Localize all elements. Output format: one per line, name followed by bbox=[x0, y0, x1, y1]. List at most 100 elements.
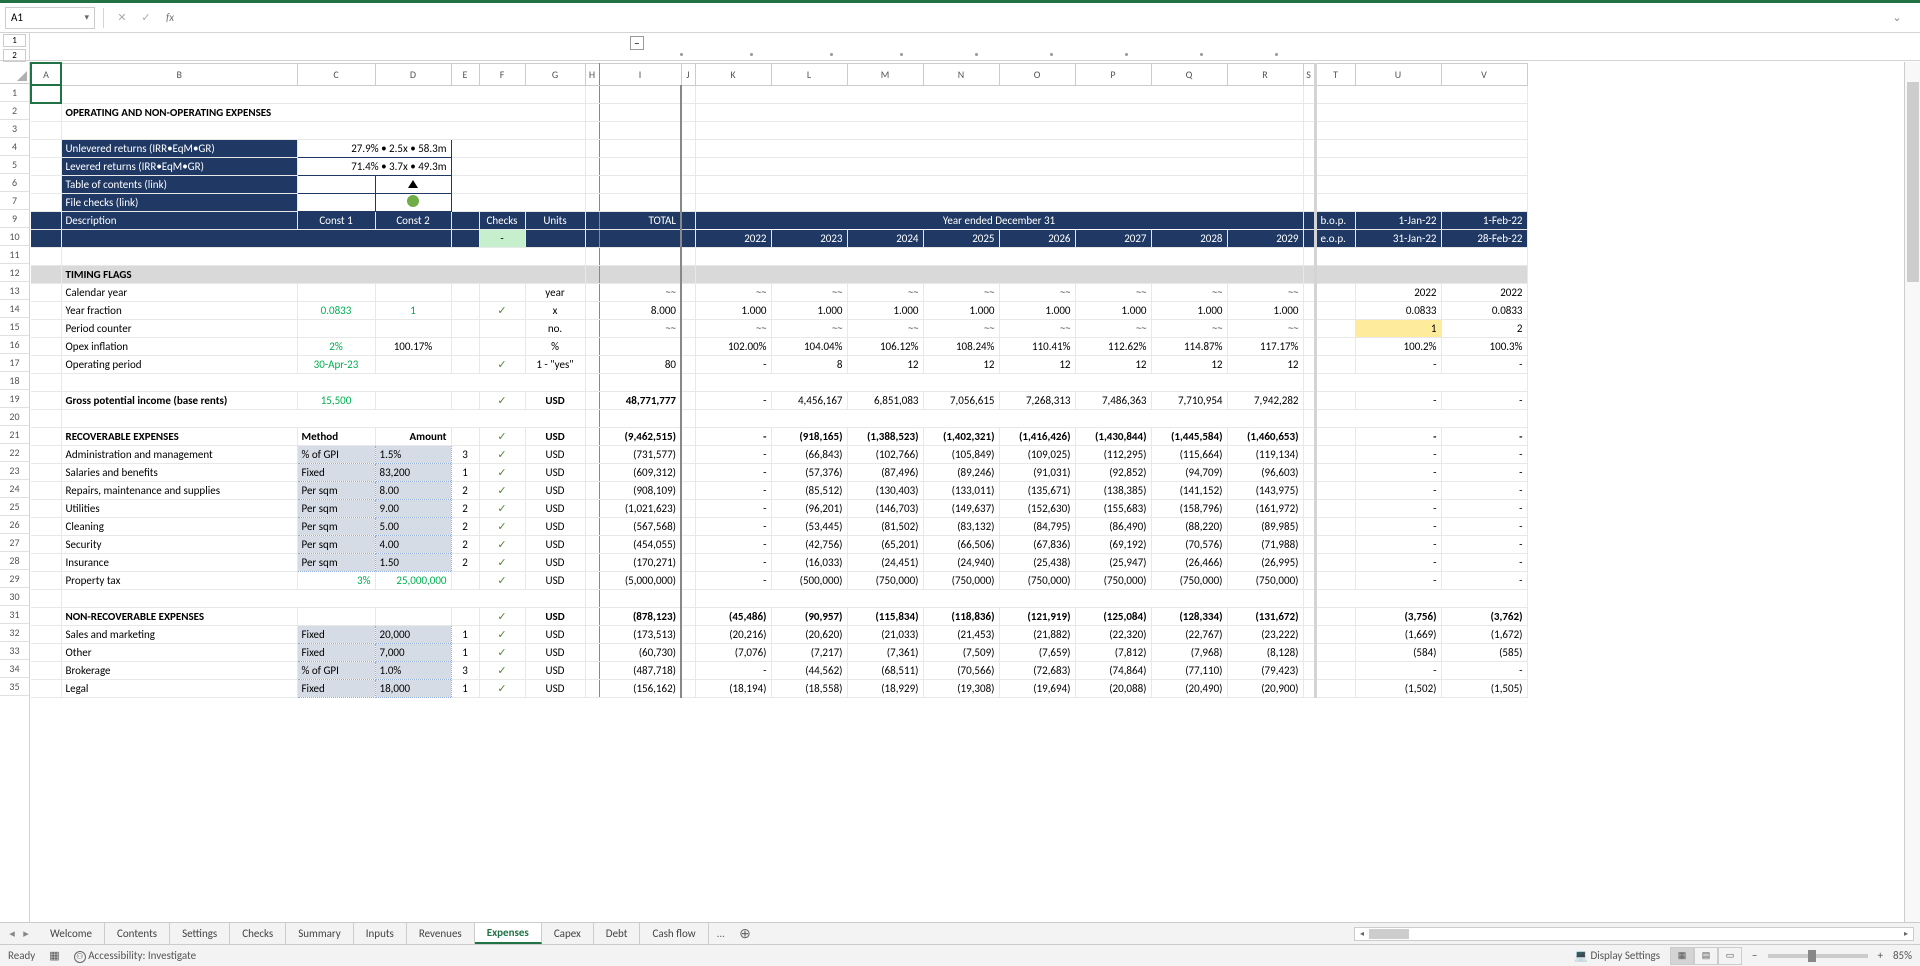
macro-record-icon[interactable]: ▦ bbox=[49, 949, 59, 962]
tab-summary[interactable]: Summary bbox=[286, 923, 354, 944]
cancel-formula-icon[interactable]: ✕ bbox=[112, 8, 132, 28]
row-header-20[interactable]: 20 bbox=[0, 408, 29, 426]
zoom-in-button[interactable]: + bbox=[1878, 949, 1883, 962]
row-header-4[interactable]: 4 bbox=[0, 138, 29, 156]
row-header-15[interactable]: 15 bbox=[0, 318, 29, 336]
row-header-35[interactable]: 35 bbox=[0, 678, 29, 696]
col-header-S[interactable]: S bbox=[1303, 63, 1315, 85]
row-header-10[interactable]: 10 bbox=[0, 228, 29, 246]
tab-nav-first-icon[interactable]: ◂ bbox=[6, 927, 18, 940]
vertical-scroll-thumb[interactable] bbox=[1907, 82, 1919, 282]
row-header-23[interactable]: 23 bbox=[0, 462, 29, 480]
amount-leg[interactable]: 18,000 bbox=[375, 679, 451, 697]
method-sal[interactable]: Fixed bbox=[297, 463, 375, 481]
tab-welcome[interactable]: Welcome bbox=[38, 923, 105, 944]
tab-cash-flow[interactable]: Cash flow bbox=[640, 923, 708, 944]
zoom-level[interactable]: 85% bbox=[1893, 949, 1912, 962]
row-header-25[interactable]: 25 bbox=[0, 498, 29, 516]
cell-A1[interactable] bbox=[31, 85, 61, 103]
method-sec2[interactable]: Per sqm bbox=[297, 535, 375, 553]
method-oth[interactable]: Fixed bbox=[297, 643, 375, 661]
row-header-22[interactable]: 22 bbox=[0, 444, 29, 462]
col-header-A[interactable]: A bbox=[31, 63, 61, 85]
fx-icon[interactable]: fx bbox=[160, 8, 180, 28]
tab-checks[interactable]: Checks bbox=[230, 923, 286, 944]
horizontal-scrollbar[interactable]: ◂ ▸ bbox=[1354, 927, 1914, 941]
formula-input[interactable] bbox=[184, 7, 1883, 29]
amount-clean[interactable]: 5.00 bbox=[375, 517, 451, 535]
accessibility-status[interactable]: ⚇ Accessibility: Investigate bbox=[74, 949, 196, 963]
name-box-dropdown-icon[interactable]: ▾ bbox=[84, 12, 89, 23]
expand-formula-bar-icon[interactable]: ⌄ bbox=[1887, 11, 1907, 24]
name-box[interactable]: A1 ▾ bbox=[5, 7, 95, 29]
col-header-P[interactable]: P bbox=[1075, 63, 1151, 85]
col-header-D[interactable]: D bbox=[375, 63, 451, 85]
row-header-30[interactable]: 30 bbox=[0, 588, 29, 606]
row-header-12[interactable]: 12 bbox=[0, 264, 29, 282]
amount-brk[interactable]: 1.0% bbox=[375, 661, 451, 679]
row-header-18[interactable]: 18 bbox=[0, 372, 29, 390]
toc-link[interactable]: Table of contents (link) bbox=[61, 175, 297, 193]
amount-sal[interactable]: 83,200 bbox=[375, 463, 451, 481]
spreadsheet-grid[interactable]: ABCDEFGHIJKLMNOPQRSTUV OPERATING AND NON… bbox=[30, 62, 1920, 922]
method-admin[interactable]: % of GPI bbox=[297, 445, 375, 463]
tab-debt[interactable]: Debt bbox=[594, 923, 641, 944]
tab-capex[interactable]: Capex bbox=[542, 923, 594, 944]
row-header-7[interactable]: 7 bbox=[0, 192, 29, 210]
row-header-1[interactable]: 1 bbox=[0, 84, 29, 102]
row-header-26[interactable]: 26 bbox=[0, 516, 29, 534]
amount-rep[interactable]: 8.00 bbox=[375, 481, 451, 499]
method-leg[interactable]: Fixed bbox=[297, 679, 375, 697]
zoom-slider[interactable] bbox=[1768, 954, 1868, 958]
row-header-14[interactable]: 14 bbox=[0, 300, 29, 318]
row-header-16[interactable]: 16 bbox=[0, 336, 29, 354]
row-header-27[interactable]: 27 bbox=[0, 534, 29, 552]
tabs-more[interactable]: ... bbox=[709, 927, 733, 940]
view-page-layout-button[interactable]: ▤ bbox=[1694, 947, 1718, 965]
col-header-K[interactable]: K bbox=[695, 63, 771, 85]
method-brk[interactable]: % of GPI bbox=[297, 661, 375, 679]
amount-sm[interactable]: 20,000 bbox=[375, 625, 451, 643]
row-header-31[interactable]: 31 bbox=[0, 606, 29, 624]
col-header-T[interactable]: T bbox=[1315, 63, 1355, 85]
view-normal-button[interactable]: ▦ bbox=[1670, 947, 1694, 965]
tab-settings[interactable]: Settings bbox=[170, 923, 230, 944]
tab-inputs[interactable]: Inputs bbox=[354, 923, 407, 944]
row-header-2[interactable]: 2 bbox=[0, 102, 29, 120]
col-header-N[interactable]: N bbox=[923, 63, 999, 85]
col-outline-level-1[interactable]: 1 bbox=[3, 34, 26, 47]
row-header-34[interactable]: 34 bbox=[0, 660, 29, 678]
horizontal-scroll-thumb[interactable] bbox=[1369, 929, 1409, 939]
row-header-17[interactable]: 17 bbox=[0, 354, 29, 372]
tab-nav-prev-icon[interactable]: ▸ bbox=[20, 927, 32, 940]
row-header-32[interactable]: 32 bbox=[0, 624, 29, 642]
scroll-right-icon[interactable]: ▸ bbox=[1899, 928, 1913, 940]
col-outline-level-2[interactable]: 2 bbox=[3, 49, 26, 62]
amount-oth[interactable]: 7,000 bbox=[375, 643, 451, 661]
method-rep[interactable]: Per sqm bbox=[297, 481, 375, 499]
row-header-28[interactable]: 28 bbox=[0, 552, 29, 570]
view-page-break-button[interactable]: ▭ bbox=[1718, 947, 1742, 965]
row-header-3[interactable]: 3 bbox=[0, 120, 29, 138]
col-header-G[interactable]: G bbox=[525, 63, 585, 85]
col-header-L[interactable]: L bbox=[771, 63, 847, 85]
col-header-C[interactable]: C bbox=[297, 63, 375, 85]
amount-sec2[interactable]: 4.00 bbox=[375, 535, 451, 553]
col-header-E[interactable]: E bbox=[451, 63, 479, 85]
select-all-corner[interactable] bbox=[0, 62, 30, 84]
col-header-O[interactable]: O bbox=[999, 63, 1075, 85]
tab-contents[interactable]: Contents bbox=[105, 923, 170, 944]
col-header-I[interactable]: I bbox=[599, 63, 681, 85]
outline-collapse-button[interactable]: − bbox=[630, 36, 644, 50]
tab-expenses[interactable]: Expenses bbox=[475, 923, 542, 944]
col-header-F[interactable]: F bbox=[479, 63, 525, 85]
row-header-21[interactable]: 21 bbox=[0, 426, 29, 444]
display-settings-button[interactable]: 💻 Display Settings bbox=[1574, 949, 1660, 962]
row-header-19[interactable]: 19 bbox=[0, 390, 29, 408]
accept-formula-icon[interactable]: ✓ bbox=[136, 8, 156, 28]
amount-ins[interactable]: 1.50 bbox=[375, 553, 451, 571]
col-header-H[interactable]: H bbox=[585, 63, 599, 85]
tab-revenues[interactable]: Revenues bbox=[407, 923, 475, 944]
col-header-M[interactable]: M bbox=[847, 63, 923, 85]
col-header-B[interactable]: B bbox=[61, 63, 297, 85]
